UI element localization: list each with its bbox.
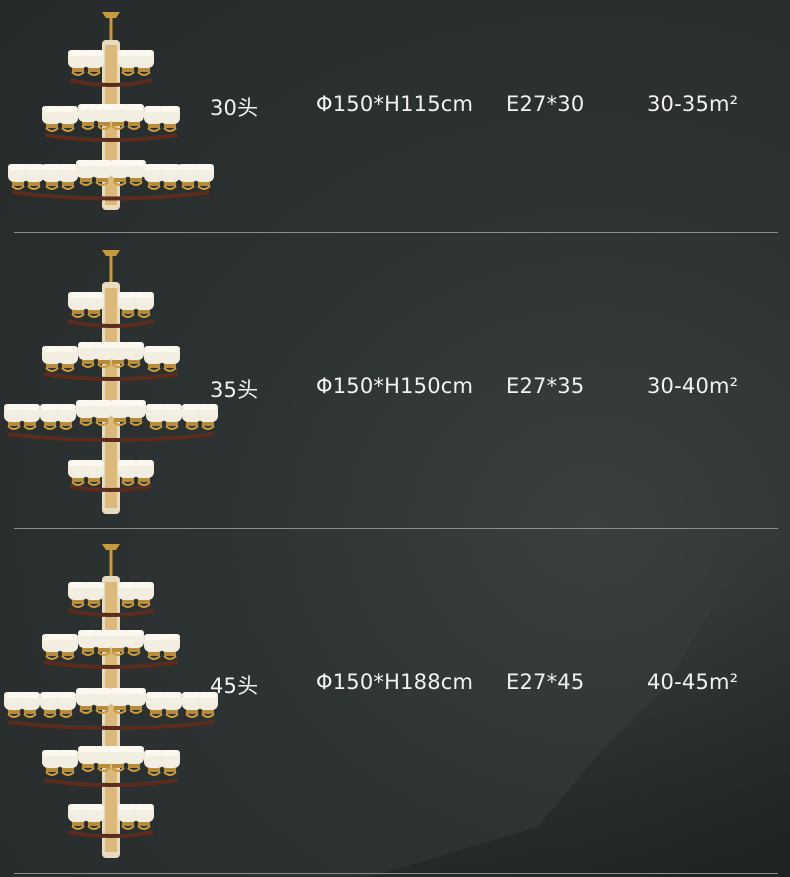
room-area: 30-35m² — [647, 92, 739, 116]
chandelier-30-image — [0, 12, 222, 210]
spec-row-45: 45头 Φ150*H188cm E27*45 40-45m² — [0, 528, 790, 877]
chandelier-35-image — [0, 250, 222, 514]
dimensions: Φ150*H150cm — [316, 374, 474, 398]
bulb-spec: E27*30 — [506, 92, 585, 116]
chandelier-45-image — [0, 544, 222, 858]
spec-row-30: 30头 Φ150*H115cm E27*30 30-35m² — [0, 0, 790, 232]
bulb-spec: E27*45 — [506, 670, 585, 694]
spec-row-35: 35头 Φ150*H150cm E27*35 30-40m² — [0, 232, 790, 528]
room-area: 40-45m² — [647, 670, 739, 694]
heads-count: 45头 — [210, 674, 259, 698]
dimensions: Φ150*H188cm — [316, 670, 474, 694]
room-area: 30-40m² — [647, 374, 739, 398]
bulb-spec: E27*35 — [506, 374, 585, 398]
row-divider — [14, 873, 778, 874]
heads-count: 35头 — [210, 378, 259, 402]
dimensions: Φ150*H115cm — [316, 92, 474, 116]
heads-count: 30头 — [210, 96, 259, 120]
